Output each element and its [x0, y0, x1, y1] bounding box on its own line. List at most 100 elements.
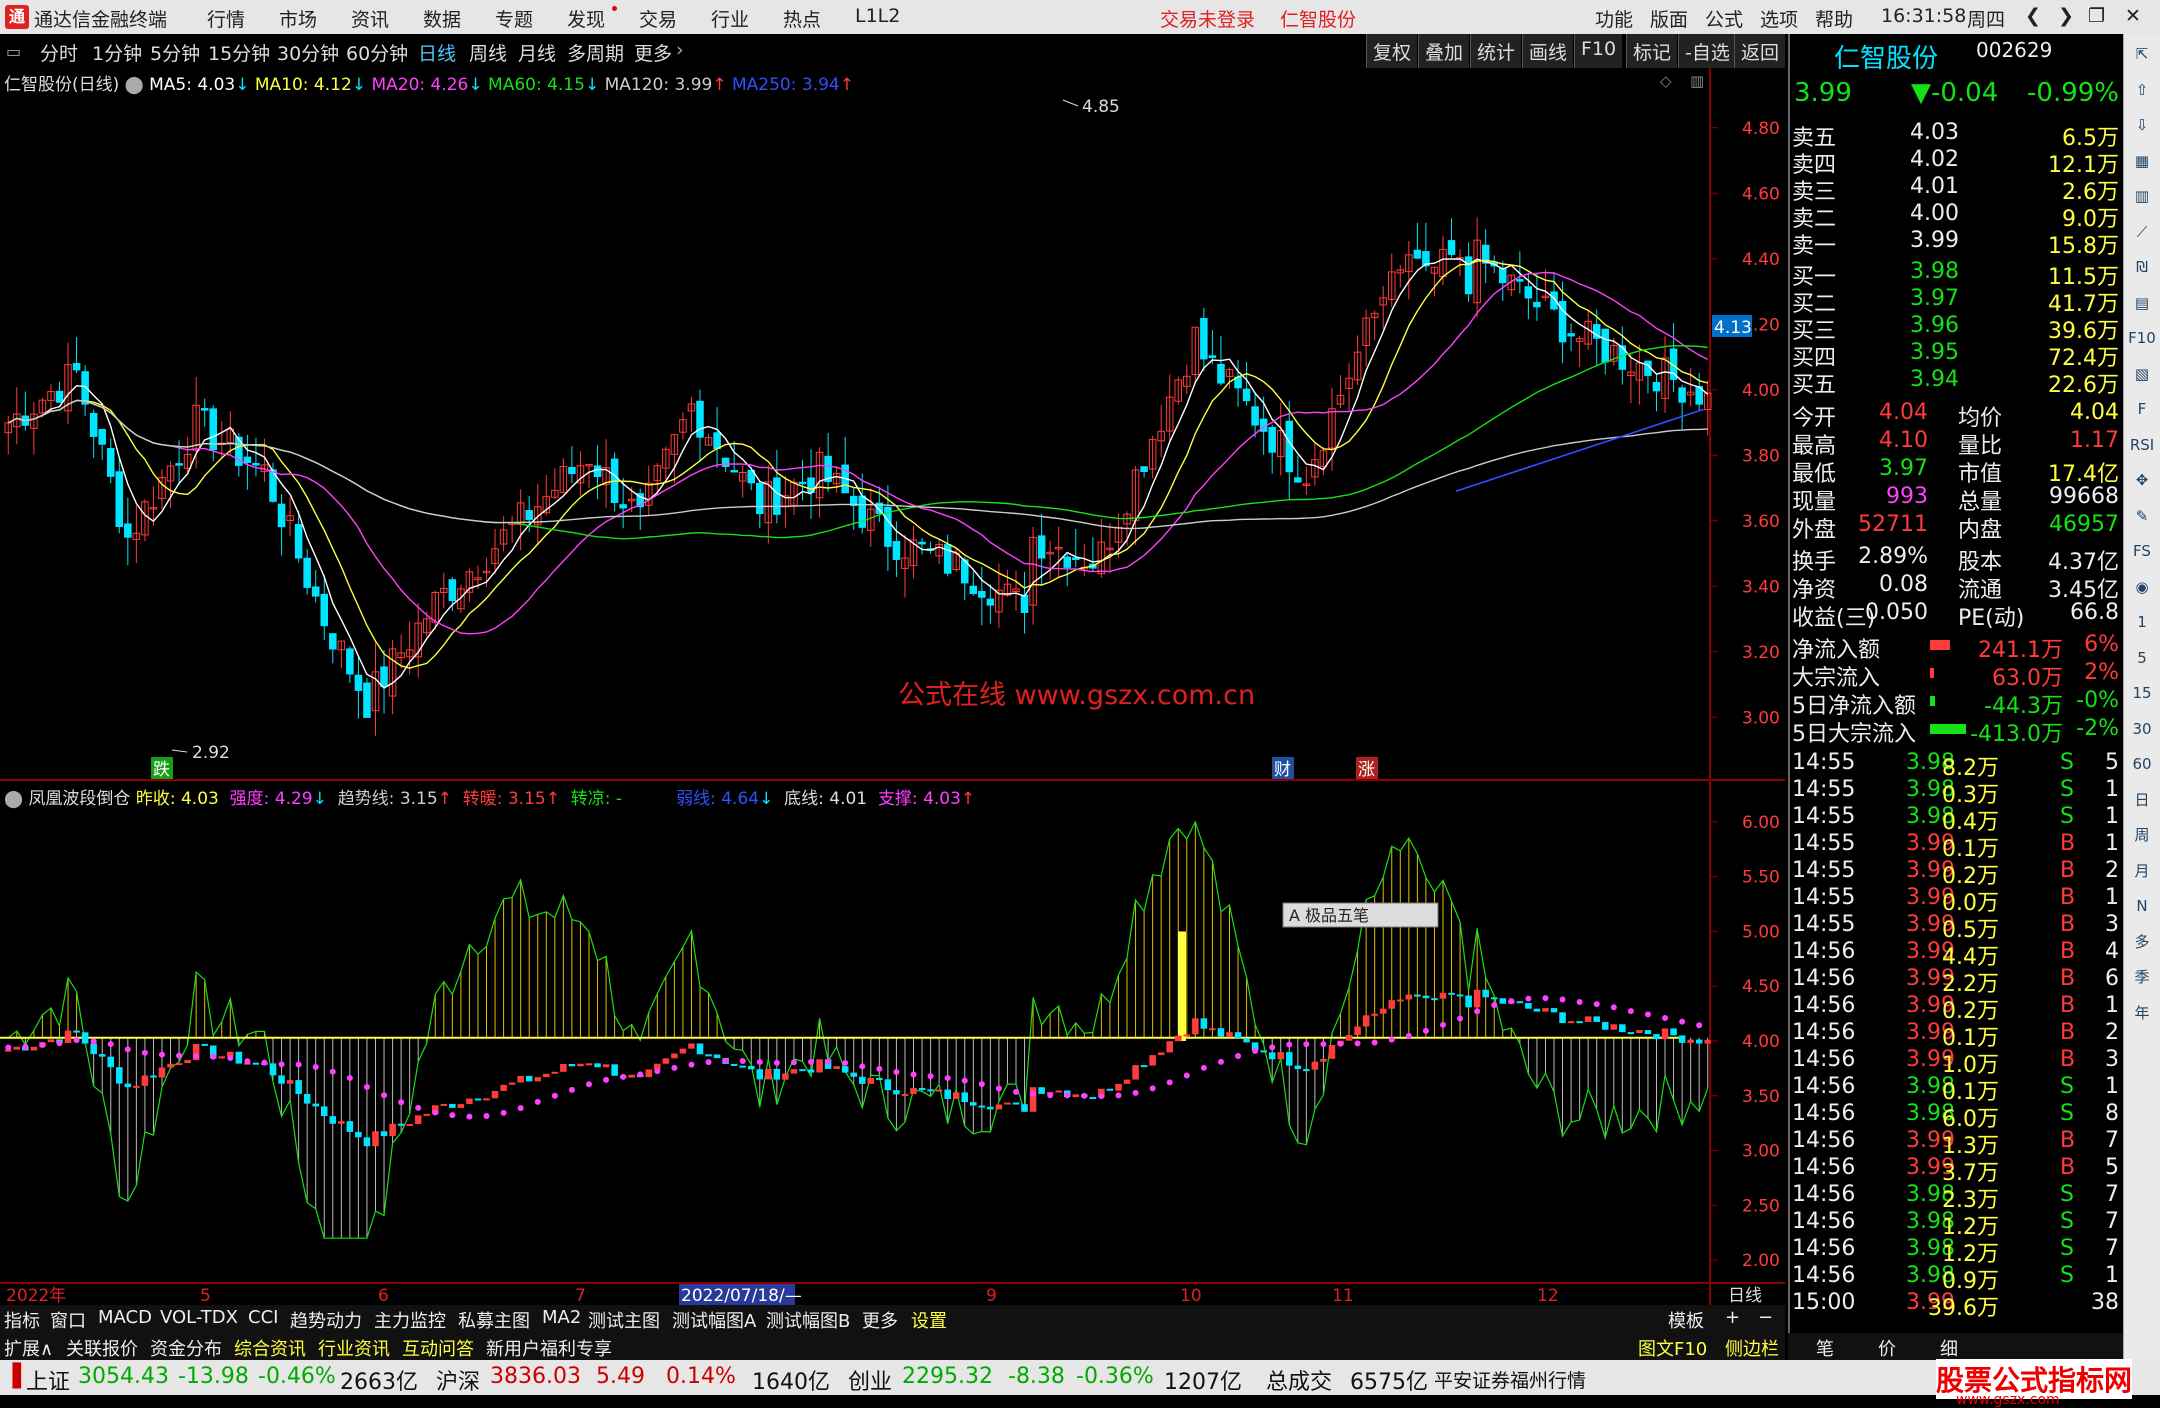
menu-zixun[interactable]: 资讯	[351, 5, 389, 32]
tab-tuwen-f10[interactable]: 图文F10	[1638, 1335, 1707, 1361]
tool-diejia[interactable]: 叠加	[1418, 34, 1470, 68]
side-tool-16-icon[interactable]: 1	[2128, 608, 2156, 636]
tool-tongji[interactable]: 统计	[1470, 34, 1522, 68]
side-tool-27-icon[interactable]: 年	[2128, 999, 2156, 1027]
side-tool-11-icon[interactable]: RSI	[2128, 431, 2156, 459]
chevron-right-icon[interactable]: ›	[676, 39, 684, 61]
sh-name[interactable]: 上证	[26, 1364, 70, 1396]
menu-gongshi[interactable]: 公式	[1705, 5, 1743, 32]
side-tool-14-icon[interactable]: FS	[2128, 537, 2156, 565]
btab-zhibiao[interactable]: 指标	[4, 1307, 40, 1333]
side-tool-6-icon[interactable]: ₪	[2128, 253, 2156, 281]
tool-fanhui[interactable]: 返回	[1734, 34, 1785, 68]
btab-zhuli[interactable]: 主力监控	[374, 1307, 446, 1333]
tab-15min[interactable]: 15分钟	[208, 39, 270, 66]
btab-ceshi[interactable]: 测试主图	[588, 1307, 660, 1333]
btab-cci[interactable]: CCI	[248, 1307, 278, 1328]
tab-zijin[interactable]: 资金分布	[150, 1335, 222, 1361]
menu-hangye[interactable]: 行业	[711, 5, 749, 32]
side-tool-21-icon[interactable]: 日	[2128, 786, 2156, 814]
tab-zonghe[interactable]: 综合资讯	[234, 1335, 306, 1361]
btab-macd[interactable]: MACD	[98, 1307, 152, 1328]
hs-name[interactable]: 沪深	[436, 1364, 480, 1396]
tool-f10[interactable]: F10	[1574, 34, 1623, 68]
menu-redian[interactable]: 热点	[783, 5, 821, 32]
restore-window-icon[interactable]: ❐	[2088, 5, 2105, 27]
menu-l1l2[interactable]: L1L2	[855, 5, 900, 27]
side-tool-10-icon[interactable]: F	[2128, 395, 2156, 423]
menu-faxian[interactable]: 发现	[567, 5, 605, 32]
side-tool-17-icon[interactable]: 5	[2128, 644, 2156, 672]
side-tool-3-icon[interactable]: ▦	[2128, 147, 2156, 175]
btab-simu[interactable]: 私募主图	[458, 1307, 530, 1333]
side-tool-5-icon[interactable]: ⟋	[2128, 218, 2156, 246]
zhang-marker[interactable]: 涨	[1358, 760, 1375, 780]
back-arrow-icon[interactable]: ❮	[2025, 5, 2041, 27]
tool-fuquan[interactable]: 复权	[1366, 34, 1418, 68]
btab-qushi[interactable]: 趋势动力	[290, 1307, 362, 1333]
menu-shichang[interactable]: 市场	[279, 5, 317, 32]
forward-arrow-icon[interactable]: ❯	[2058, 5, 2074, 27]
tab-bi[interactable]: 笔	[1816, 1335, 1834, 1361]
side-tool-19-icon[interactable]: 30	[2128, 715, 2156, 743]
side-tool-8-icon[interactable]: F10	[2128, 324, 2156, 352]
tab-xi[interactable]: 细	[1940, 1335, 1958, 1361]
side-tool-23-icon[interactable]: 月	[2128, 857, 2156, 885]
tab-multi-period[interactable]: 多周期	[567, 39, 624, 66]
tab-5min[interactable]: 5分钟	[150, 39, 200, 66]
kline-chart[interactable]: 4.804.604.404.204.003.803.603.403.203.00…	[0, 68, 1785, 1305]
tab-jia[interactable]: 价	[1878, 1335, 1896, 1361]
tab-monthly[interactable]: 月线	[518, 39, 556, 66]
tab-60min[interactable]: 60分钟	[346, 39, 408, 66]
cai-marker[interactable]: 财	[1274, 760, 1291, 780]
menu-banmian[interactable]: 版面	[1650, 5, 1688, 32]
login-status[interactable]: 交易未登录	[1160, 5, 1255, 32]
btab-vol[interactable]: VOL-TDX	[160, 1307, 238, 1328]
menu-hangqing[interactable]: 行情	[207, 5, 245, 32]
tab-1min[interactable]: 1分钟	[92, 39, 142, 66]
side-tool-25-icon[interactable]: 多	[2128, 928, 2156, 956]
btab-ma2[interactable]: MA2	[542, 1307, 581, 1328]
menu-xuanxiang[interactable]: 选项	[1760, 5, 1798, 32]
side-tool-12-icon[interactable]: ✥	[2128, 466, 2156, 494]
menu-bangzhu[interactable]: 帮助	[1815, 5, 1853, 32]
side-tool-15-icon[interactable]: ◉	[2128, 573, 2156, 601]
chart-mode-icon[interactable]: ▭	[6, 42, 21, 61]
side-tool-20-icon[interactable]: 60	[2128, 750, 2156, 778]
zoom-out-button[interactable]: −	[1758, 1307, 1773, 1328]
expand-tab[interactable]: 扩展∧	[4, 1335, 53, 1361]
tab-hangye[interactable]: 行业资讯	[318, 1335, 390, 1361]
menu-zhuanti[interactable]: 专题	[495, 5, 533, 32]
btab-settings[interactable]: 设置	[911, 1307, 947, 1333]
btab-more[interactable]: 更多	[862, 1307, 898, 1333]
tab-guanlian[interactable]: 关联报价	[66, 1335, 138, 1361]
side-tool-24-icon[interactable]: N	[2128, 892, 2156, 920]
side-tool-18-icon[interactable]: 15	[2128, 679, 2156, 707]
tool-huaxian[interactable]: 画线	[1522, 34, 1574, 68]
side-tool-2-icon[interactable]: ⇩	[2128, 111, 2156, 139]
btab-template[interactable]: 模板	[1668, 1307, 1704, 1333]
side-tool-22-icon[interactable]: 周	[2128, 821, 2156, 849]
side-tool-9-icon[interactable]: ▧	[2128, 360, 2156, 388]
tab-newuser[interactable]: 新用户福利专享	[486, 1335, 612, 1361]
close-icon[interactable]: ✕	[2125, 5, 2141, 27]
cy-name[interactable]: 创业	[848, 1364, 892, 1396]
die-marker[interactable]: 跌	[153, 760, 170, 780]
side-tool-7-icon[interactable]: ▤	[2128, 289, 2156, 317]
btab-ceshi-b[interactable]: 测试幅图B	[766, 1307, 850, 1333]
tab-fenshi[interactable]: 分时	[40, 39, 78, 66]
btab-ceshi-a[interactable]: 测试幅图A	[672, 1307, 756, 1333]
menu-jiaoyi[interactable]: 交易	[639, 5, 677, 32]
tab-daily[interactable]: 日线	[418, 39, 456, 66]
tab-more[interactable]: 更多	[634, 39, 672, 66]
side-tool-4-icon[interactable]: ▥	[2128, 182, 2156, 210]
side-tool-13-icon[interactable]: ✎	[2128, 502, 2156, 530]
tab-hudong[interactable]: 互动问答	[402, 1335, 474, 1361]
side-tool-0-icon[interactable]: ⇱	[2128, 40, 2156, 68]
zoom-in-button[interactable]: +	[1725, 1307, 1740, 1328]
side-tool-26-icon[interactable]: 季	[2128, 963, 2156, 991]
tool-zixuan[interactable]: -自选	[1678, 34, 1736, 68]
btab-chuangkou[interactable]: 窗口	[50, 1307, 86, 1333]
tab-weekly[interactable]: 周线	[469, 39, 507, 66]
menu-shuju[interactable]: 数据	[423, 5, 461, 32]
